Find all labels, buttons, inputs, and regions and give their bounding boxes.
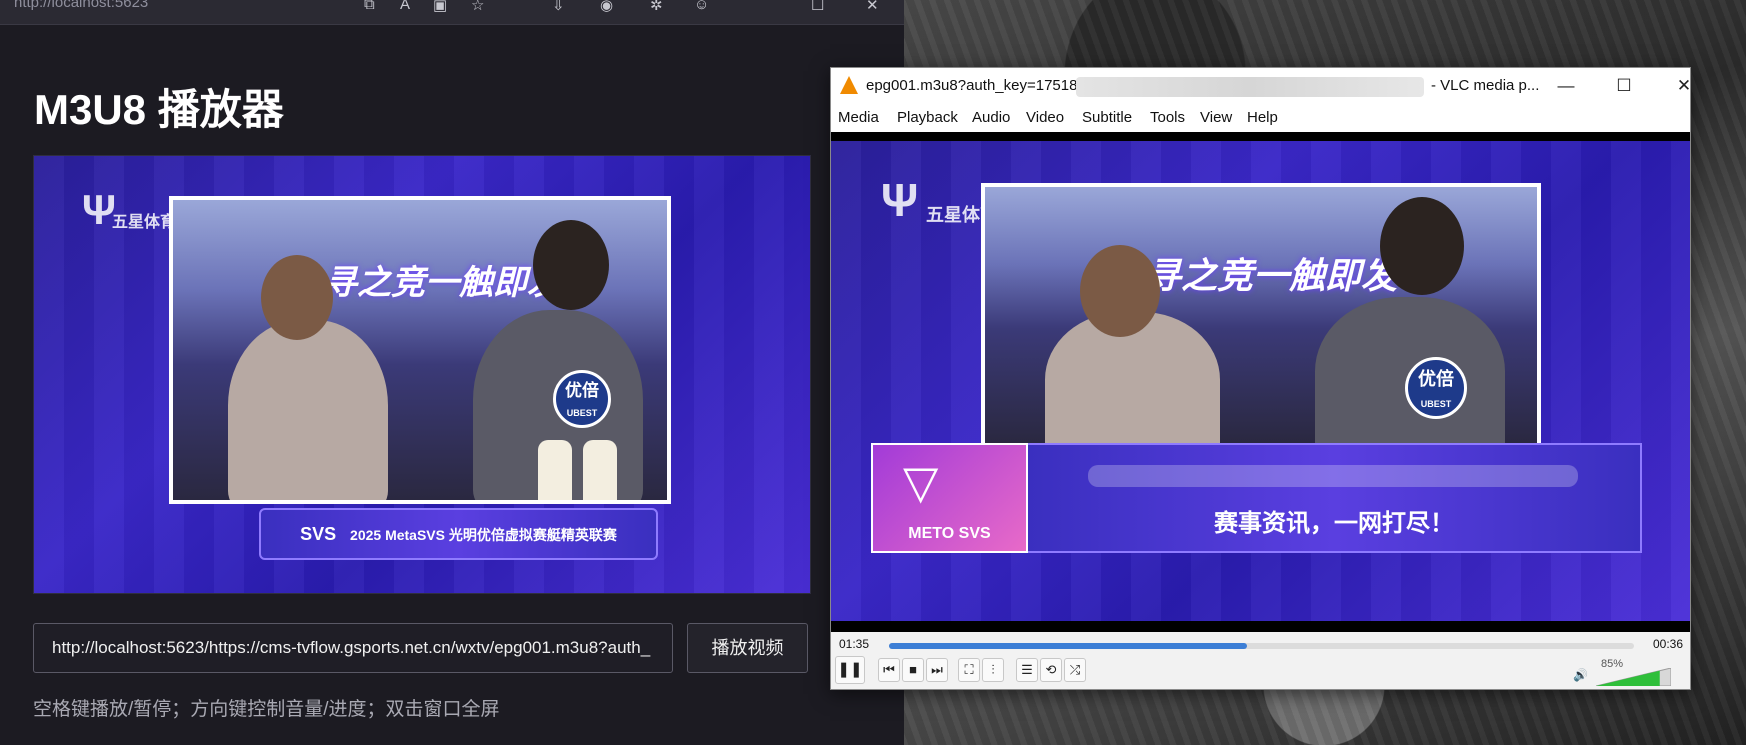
milk-bottle: [583, 440, 617, 500]
playlist-icon[interactable]: ☰: [1016, 658, 1038, 682]
redacted-text: [1088, 465, 1578, 487]
maximize-icon[interactable]: ☐: [1601, 71, 1647, 101]
close-icon[interactable]: ✕: [1661, 71, 1707, 101]
menu-audio[interactable]: Audio: [972, 109, 1010, 126]
bookmark-star-icon[interactable]: ☆: [471, 0, 484, 14]
page-title: M3U8 播放器: [34, 86, 284, 133]
sponsor-badge: 优倍 UBEST: [1405, 357, 1467, 419]
play-video-button[interactable]: 播放视频: [687, 623, 808, 673]
download-icon[interactable]: ⇩: [552, 0, 565, 14]
minimize-icon[interactable]: —: [1543, 71, 1589, 101]
host-right-head: [533, 220, 609, 310]
studio-inset: 寻之竞一触即发 优倍 UBEST: [169, 196, 671, 504]
host-left-head: [1080, 245, 1160, 337]
extensions-icon[interactable]: ✲: [650, 0, 663, 14]
fullscreen-icon[interactable]: ⛶: [958, 658, 980, 682]
milk-bottle: [538, 440, 572, 500]
vlc-title: epg001.m3u8?auth_key=17518: [866, 77, 1078, 94]
event-caption-plate: SVS 2025 MetaSVS 光明优倍虚拟赛艇精英联赛: [259, 508, 658, 560]
browser-toolbar: http://localhost:5623 ⧉ A ▣ ☆ ⇩ ◉ ✲ ☺ ☐ …: [0, 0, 904, 25]
seek-progress: [889, 643, 1247, 649]
studio-inset: 寻之竞一触即发 优倍 UBEST: [981, 183, 1541, 448]
channel-logo-icon: Ψ: [82, 186, 116, 233]
speaker-icon[interactable]: 🔊: [1573, 668, 1588, 682]
vlc-title-suffix: - VLC media p...: [1431, 77, 1540, 94]
color-wheel-icon[interactable]: ◉: [600, 0, 613, 14]
loop-icon[interactable]: ⟲: [1040, 658, 1062, 682]
video-frame: Ψ 五星体育 寻之竞一触即发 优倍 UBEST ▽ METO SVS 赛事资讯，一…: [831, 141, 1690, 621]
backdrop-text: 寻之竞一触即发: [1145, 255, 1398, 296]
m3u8-url-input[interactable]: http://localhost:5623/https://cms-tvflow…: [33, 623, 673, 673]
video-frame: Ψ 五星体育 寻之竞一触即发 优倍 UBEST SVS 2025 MetaSVS …: [34, 156, 810, 593]
translate-icon[interactable]: A: [400, 0, 410, 13]
lower-third-logo-panel: ▽ METO SVS: [871, 443, 1028, 553]
lower-third-text: 赛事资讯，一网打尽！: [1214, 510, 1454, 537]
account-icon[interactable]: ☺: [694, 0, 709, 13]
share-icon[interactable]: ⧉: [364, 0, 375, 13]
keyboard-hint: 空格键播放/暂停；方向键控制音量/进度；双击窗口全屏: [33, 699, 500, 720]
previous-icon[interactable]: ⏮: [878, 658, 900, 682]
host-right-head: [1380, 197, 1464, 295]
menu-help[interactable]: Help: [1247, 109, 1278, 126]
volume-slider[interactable]: [1596, 668, 1671, 686]
vlc-controls: 01:35 00:36 ❚❚ ⏮ ■ ⏭ ⛶ ⫶ ☰ ⟲ ⤮ 🔊 85%: [831, 632, 1690, 689]
elapsed-time: 01:35: [839, 637, 870, 651]
extended-settings-icon[interactable]: ⫶: [982, 658, 1004, 682]
sponsor-badge: 优倍 UBEST: [553, 370, 611, 428]
vlc-titlebar[interactable]: epg001.m3u8?auth_key=17518 - VLC media p…: [831, 68, 1691, 104]
host-left: [228, 320, 388, 500]
maximize-icon[interactable]: ☐: [811, 0, 824, 14]
host-left-head: [261, 255, 333, 340]
menu-media[interactable]: Media: [838, 109, 879, 126]
pause-icon[interactable]: ❚❚: [835, 656, 865, 684]
menu-subtitle[interactable]: Subtitle: [1082, 109, 1132, 126]
reader-view-icon[interactable]: ▣: [433, 0, 447, 14]
lower-third-plate: 赛事资讯，一网打尽！: [1028, 443, 1642, 553]
vlc-window: epg001.m3u8?auth_key=17518 - VLC media p…: [830, 67, 1691, 690]
menu-tools[interactable]: Tools: [1150, 109, 1185, 126]
video-player[interactable]: Ψ 五星体育 寻之竞一触即发 优倍 UBEST SVS 2025 MetaSVS …: [33, 155, 811, 594]
event-logo: SVS: [300, 524, 337, 544]
menu-playback[interactable]: Playback: [897, 109, 958, 126]
lower-third-brand: METO SVS: [908, 525, 991, 542]
stop-icon[interactable]: ■: [902, 658, 924, 682]
next-icon[interactable]: ⏭: [926, 658, 948, 682]
menu-view[interactable]: View: [1200, 109, 1232, 126]
channel-logo-icon: Ψ: [881, 174, 919, 226]
meto-svs-logo-icon: ▽: [903, 456, 939, 508]
backdrop-text: 寻之竞一触即发: [323, 264, 561, 302]
vlc-cone-icon: [840, 76, 858, 94]
menu-video[interactable]: Video: [1026, 109, 1064, 126]
remaining-time: 00:36: [1653, 637, 1684, 651]
seek-bar[interactable]: [889, 643, 1634, 649]
shuffle-icon[interactable]: ⤮: [1064, 658, 1086, 682]
vlc-video-area[interactable]: Ψ 五星体育 寻之竞一触即发 优倍 UBEST ▽ METO SVS 赛事资讯，一…: [831, 132, 1690, 632]
browser-window: http://localhost:5623 ⧉ A ▣ ☆ ⇩ ◉ ✲ ☺ ☐ …: [0, 0, 904, 745]
address-bar[interactable]: http://localhost:5623: [14, 0, 148, 11]
close-icon[interactable]: ✕: [866, 0, 879, 14]
redacted-title-part: [1076, 77, 1424, 97]
channel-logo-text: 五星体育: [112, 214, 177, 231]
event-caption: 2025 MetaSVS 光明优倍虚拟赛艇精英联赛: [350, 527, 617, 543]
vlc-menubar: Media Playback Audio Video Subtitle Tool…: [831, 104, 1690, 132]
